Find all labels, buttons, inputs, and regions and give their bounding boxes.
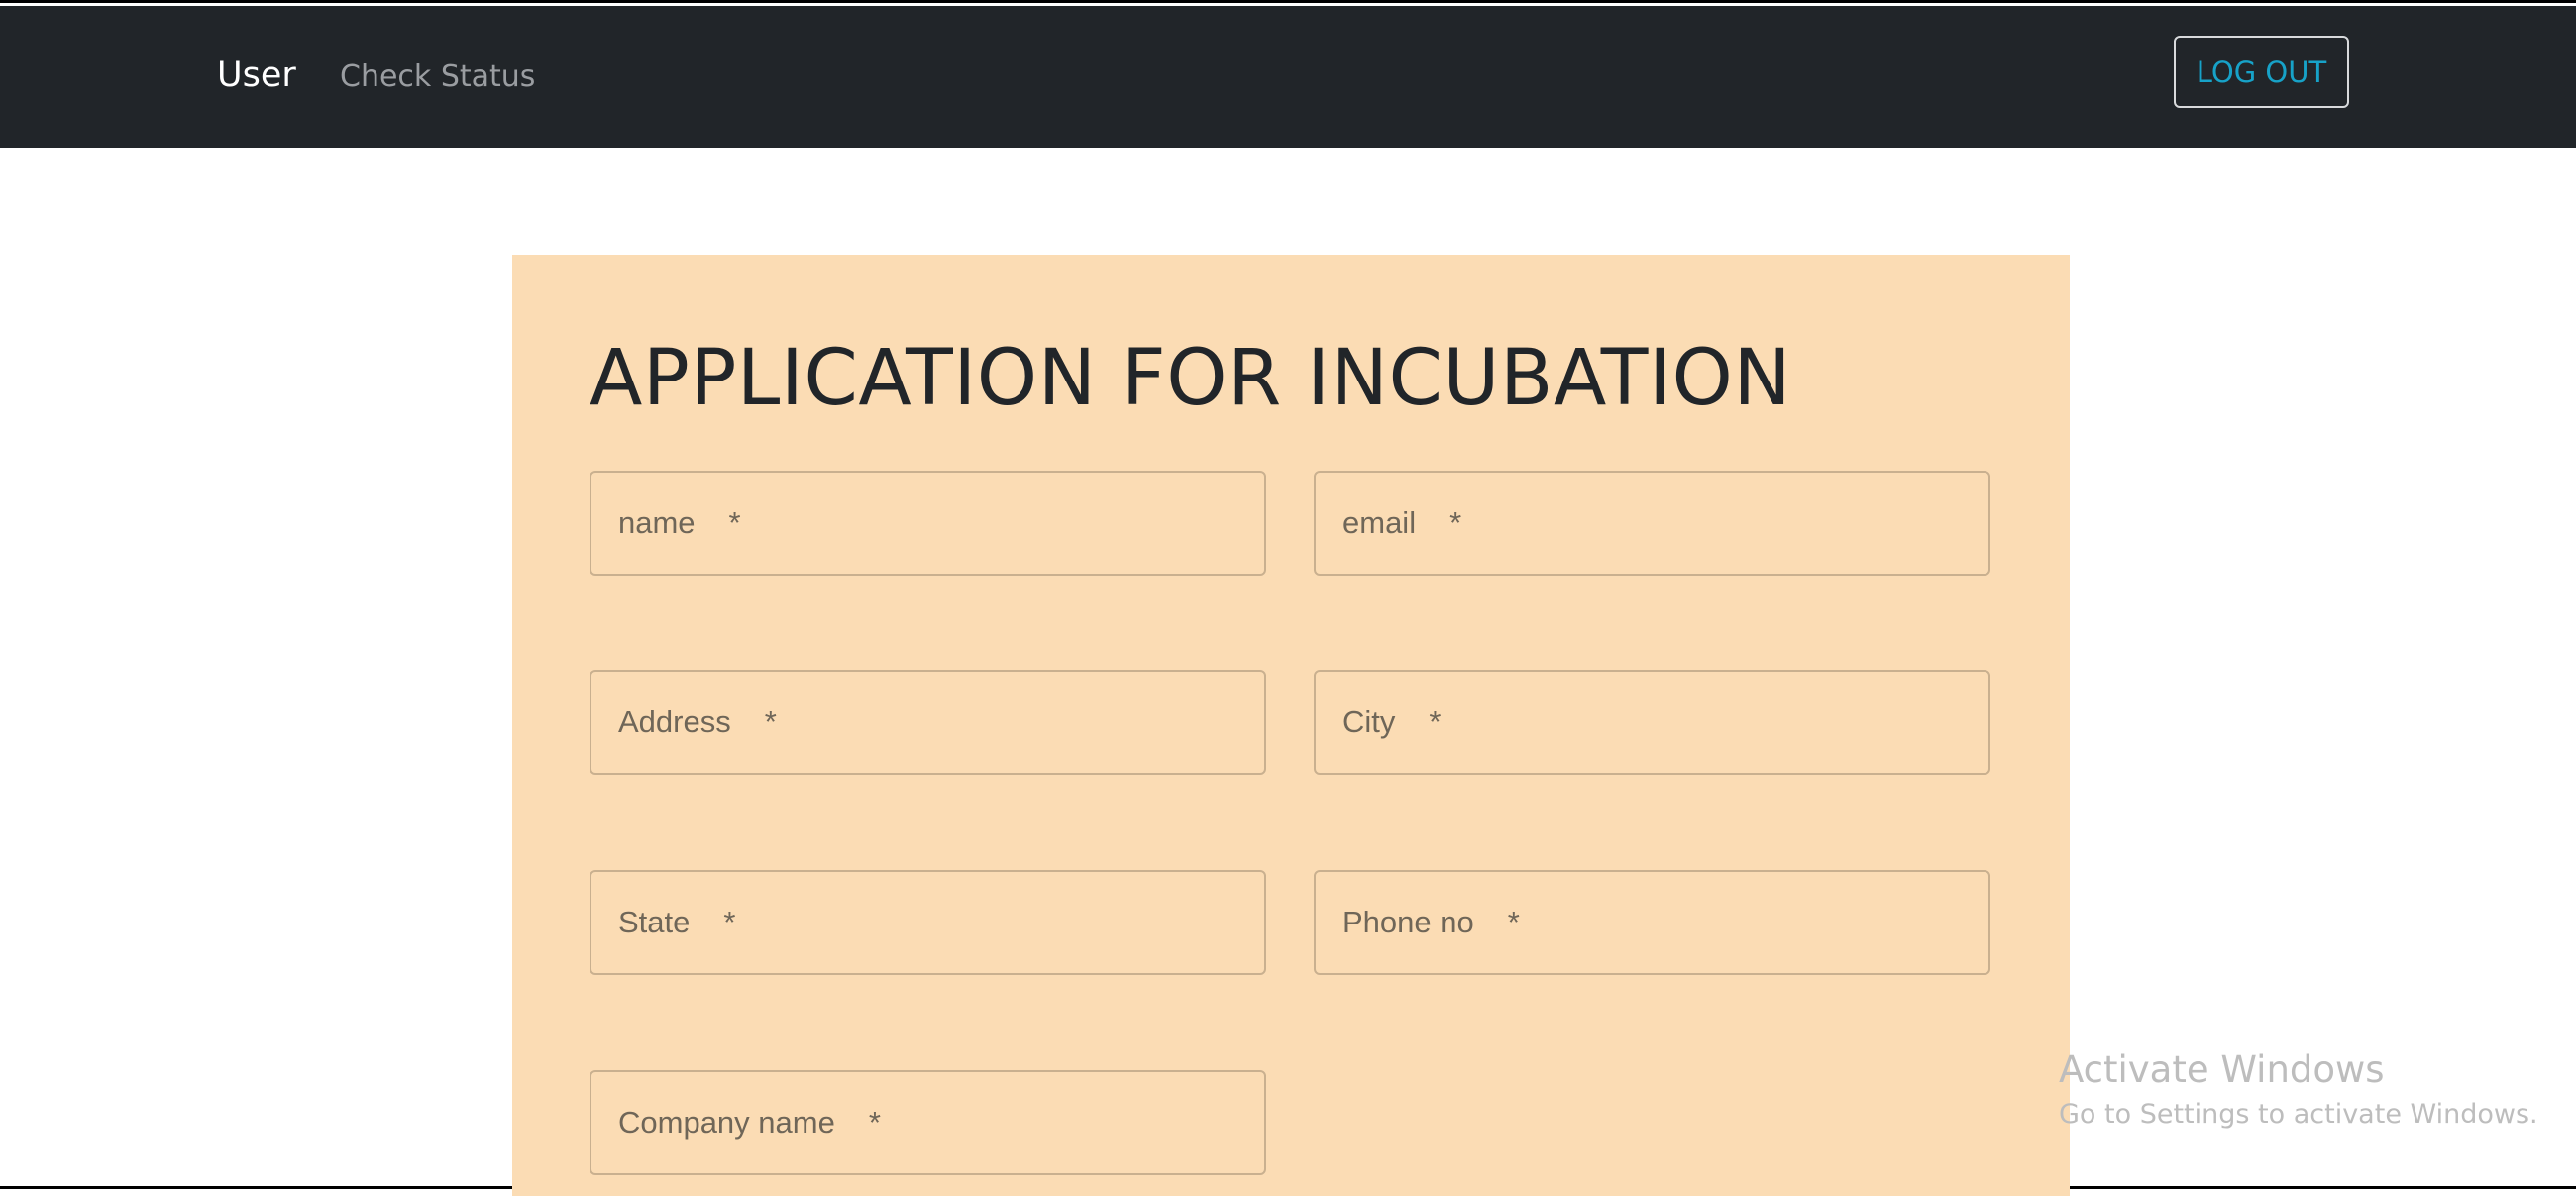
field-placeholder: email — [1342, 505, 1417, 540]
phone-field[interactable]: Phone no * — [1314, 870, 1990, 975]
nav-link-check-status[interactable]: Check Status — [340, 59, 535, 94]
name-field[interactable]: name * — [590, 471, 1266, 576]
field-placeholder: City — [1342, 705, 1396, 739]
navbar: User Check Status LOG OUT — [0, 6, 2576, 148]
activate-windows-subtitle: Go to Settings to activate Windows. — [2059, 1099, 2538, 1130]
field-placeholder: Phone no — [1342, 905, 1474, 939]
logout-button[interactable]: LOG OUT — [2174, 36, 2349, 108]
city-field[interactable]: City * — [1314, 670, 1990, 775]
required-marker: * — [723, 905, 736, 939]
company-name-field[interactable]: Company name * — [590, 1070, 1266, 1175]
required-marker: * — [1429, 705, 1442, 739]
required-marker: * — [728, 505, 741, 540]
application-form-card: APPLICATION FOR INCUBATION name * email * … — [512, 255, 2070, 1196]
field-placeholder: State — [618, 905, 691, 939]
required-marker: * — [764, 705, 777, 739]
email-field[interactable]: email * — [1314, 471, 1990, 576]
navbar-brand[interactable]: User — [217, 55, 296, 95]
field-placeholder: Address — [618, 705, 731, 739]
field-placeholder: Company name — [618, 1105, 835, 1140]
field-placeholder: name — [618, 505, 696, 540]
address-field[interactable]: Address * — [590, 670, 1266, 775]
required-marker: * — [1507, 905, 1520, 939]
required-marker: * — [1449, 505, 1462, 540]
activate-windows-title: Activate Windows — [2059, 1048, 2385, 1091]
page-title: APPLICATION FOR INCUBATION — [590, 334, 1792, 423]
state-field[interactable]: State * — [590, 870, 1266, 975]
required-marker: * — [868, 1105, 881, 1140]
